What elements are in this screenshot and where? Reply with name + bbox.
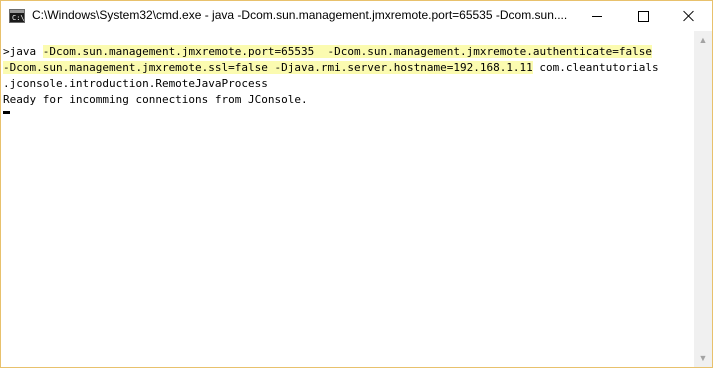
- console-line-4: Ready for incomming connections from JCo…: [3, 93, 308, 106]
- scroll-up-arrow-icon[interactable]: ▲: [694, 31, 712, 49]
- console-line-3: .jconsole.introduction.RemoteJavaProcess: [3, 77, 268, 90]
- maximize-icon: [637, 10, 649, 22]
- title-bar[interactable]: C:\. C:\Windows\System32\cmd.exe - java …: [1, 1, 712, 31]
- console-line-1: >java -Dcom.sun.management.jmxremote.por…: [3, 44, 653, 60]
- cmd-app-icon[interactable]: C:\.: [9, 9, 29, 23]
- minimize-icon: [592, 15, 602, 17]
- console-output[interactable]: >java -Dcom.sun.management.jmxremote.por…: [1, 31, 694, 367]
- scroll-down-arrow-icon[interactable]: ▼: [694, 349, 712, 367]
- command-prompt-text: >java: [3, 45, 43, 58]
- maximize-button[interactable]: [620, 1, 666, 31]
- console-line-2: -Dcom.sun.management.jmxremote.ssl=false…: [3, 60, 659, 76]
- vertical-scrollbar[interactable]: ▲ ▼: [694, 31, 712, 367]
- close-icon: [683, 10, 695, 22]
- class-package-text: com.cleantutorials: [532, 61, 659, 74]
- window-title: C:\Windows\System32\cmd.exe - java -Dcom…: [32, 8, 568, 22]
- highlighted-jmx-args-1: -Dcom.sun.management.jmxremote.port=6553…: [42, 45, 653, 58]
- minimize-button[interactable]: [574, 1, 620, 31]
- text-cursor: [3, 111, 10, 114]
- close-button[interactable]: [666, 1, 712, 31]
- cmd-window: C:\. C:\Windows\System32\cmd.exe - java …: [0, 0, 713, 368]
- highlighted-jmx-args-2: -Dcom.sun.management.jmxremote.ssl=false…: [3, 61, 533, 74]
- cmd-icon-glyph: C:\.: [12, 14, 29, 22]
